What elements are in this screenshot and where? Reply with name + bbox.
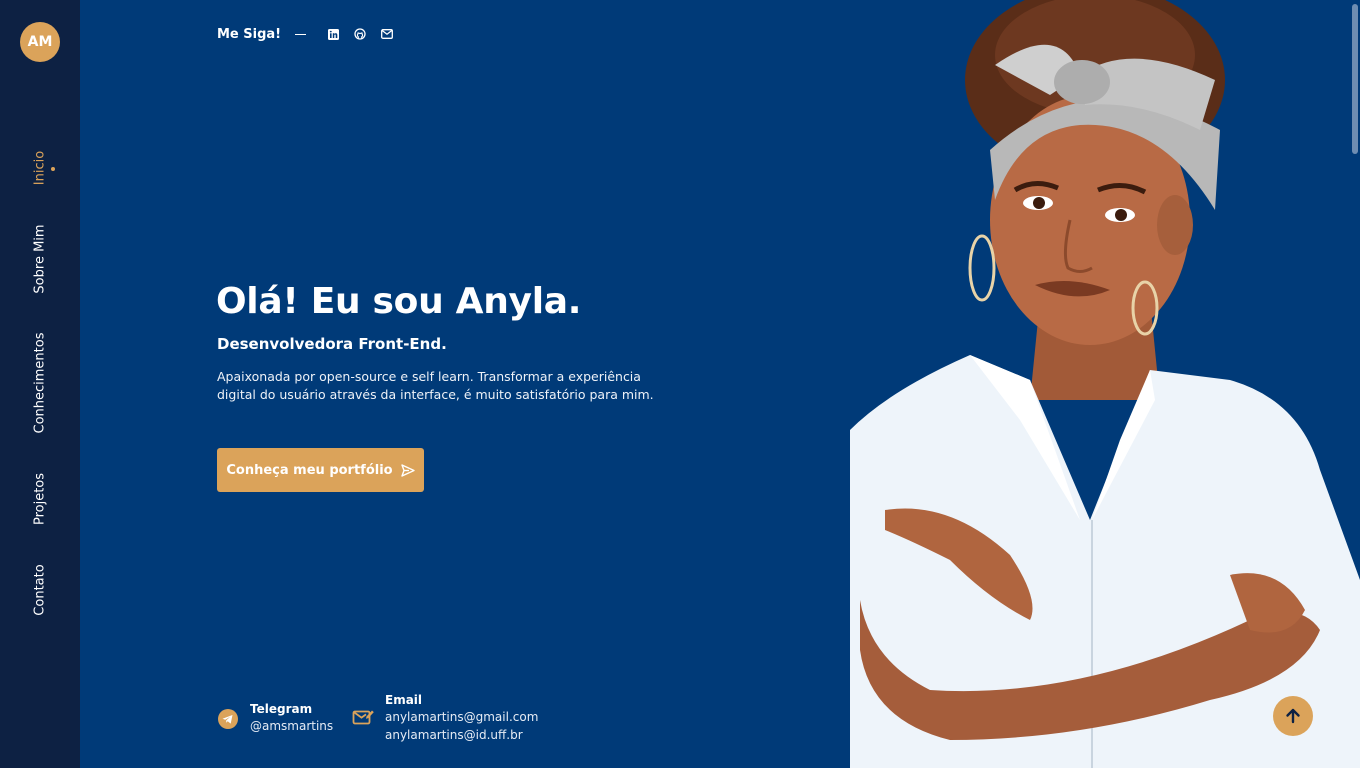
nav-item-conhecimentos[interactable]: Conhecimentos (33, 333, 48, 434)
portrait-illustration (850, 0, 1360, 768)
linkedin-icon[interactable] (327, 28, 339, 40)
github-icon[interactable] (354, 28, 366, 40)
contact-telegram[interactable]: Telegram @amsmartins (217, 701, 333, 735)
follow-label: Me Siga! (217, 26, 282, 42)
hero-subtitle: Desenvolvedora Front-End. (217, 335, 447, 353)
follow-divider (295, 33, 307, 35)
nav-item-projetos[interactable]: Projetos (33, 473, 48, 525)
nav-item-inicio[interactable]: Inicio (33, 151, 48, 185)
logo-avatar[interactable]: AM (20, 22, 60, 62)
page-scrollbar[interactable] (1352, 0, 1360, 768)
telegram-icon (217, 708, 239, 730)
arrow-up-icon (1286, 708, 1300, 724)
nav-item-sobre-mim[interactable]: Sobre Mim (33, 224, 48, 293)
hero-description: Apaixonada por open-source e self learn.… (217, 369, 654, 402)
logo-initials: AM (27, 34, 53, 50)
email-edit-icon (352, 707, 374, 729)
follow-bar: Me Siga! (217, 24, 408, 44)
email-secondary[interactable]: anylamartins@id.uff.br (385, 726, 538, 744)
nav-item-contato[interactable]: Contato (33, 564, 48, 615)
portfolio-button[interactable]: Conheça meu portfólio (217, 448, 424, 492)
contact-email[interactable]: Email anylamartins@gmail.com anylamartin… (352, 692, 538, 744)
portfolio-button-label: Conheça meu portfólio (226, 462, 393, 478)
social-links (327, 28, 408, 40)
mail-icon[interactable] (381, 28, 394, 40)
sidebar: AM Inicio Sobre Mim Conhecimentos Projet… (0, 0, 80, 768)
scroll-top-button[interactable] (1273, 696, 1313, 736)
email-primary[interactable]: anylamartins@gmail.com (385, 708, 538, 726)
telegram-handle[interactable]: @amsmartins (250, 717, 333, 735)
hero-title: Olá! Eu sou Anyla. (216, 281, 582, 322)
send-icon (400, 463, 415, 477)
scrollbar-thumb[interactable] (1352, 4, 1358, 154)
email-title: Email (385, 693, 423, 707)
telegram-title: Telegram (250, 702, 313, 716)
nav-active-indicator (51, 167, 55, 171)
